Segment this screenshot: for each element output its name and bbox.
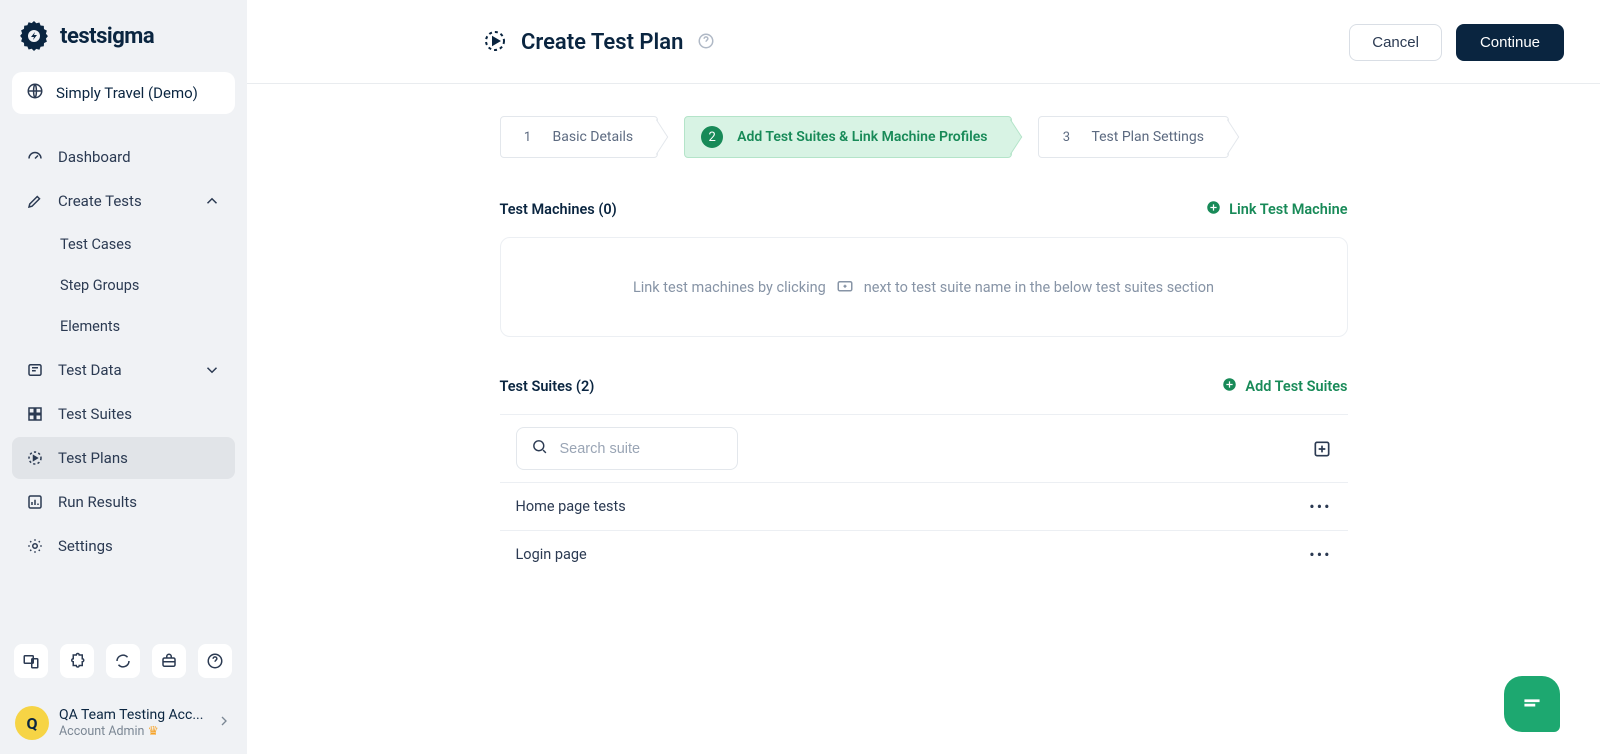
sidebar-item-dashboard[interactable]: Dashboard bbox=[12, 136, 235, 178]
test-machines-empty: Link test machines by clicking next to t… bbox=[500, 237, 1348, 337]
sidebar-item-test-suites[interactable]: Test Suites bbox=[12, 393, 235, 435]
sidebar-item-create-tests[interactable]: Create Tests bbox=[12, 180, 235, 222]
gauge-icon bbox=[26, 148, 44, 166]
suite-name: Home page tests bbox=[516, 498, 626, 515]
project-selector[interactable]: Simply Travel (Demo) bbox=[12, 72, 235, 114]
more-icon[interactable]: ••• bbox=[1309, 545, 1331, 564]
create-tests-submenu: Test Cases Step Groups Elements bbox=[12, 224, 235, 347]
add-square-icon[interactable] bbox=[1312, 439, 1332, 459]
devices-icon[interactable] bbox=[14, 644, 48, 678]
nav-label: Test Plans bbox=[58, 449, 128, 467]
suite-name: Login page bbox=[516, 546, 587, 563]
wizard-steps: 1 Basic Details 2 Add Test Suites & Link… bbox=[500, 116, 1348, 158]
nav-label: Create Tests bbox=[58, 192, 142, 210]
sidebar: testsigma Simply Travel (Demo) Dashboard… bbox=[0, 0, 247, 754]
sidebar-item-settings[interactable]: Settings bbox=[12, 525, 235, 567]
project-name: Simply Travel (Demo) bbox=[56, 84, 198, 102]
section-title: Test Suites (2) bbox=[500, 378, 595, 395]
target-icon bbox=[483, 29, 507, 57]
page-header: Create Test Plan Cancel Continue bbox=[247, 0, 1600, 84]
nav-label: Test Data bbox=[58, 361, 122, 379]
logo[interactable]: testsigma bbox=[12, 18, 235, 72]
account-role: Account Admin ♛ bbox=[59, 723, 206, 739]
more-icon[interactable]: ••• bbox=[1309, 497, 1331, 516]
target-icon bbox=[26, 449, 44, 467]
search-input[interactable] bbox=[560, 441, 723, 457]
help-icon[interactable] bbox=[697, 32, 715, 54]
cancel-button[interactable]: Cancel bbox=[1349, 24, 1442, 61]
sidebar-item-run-results[interactable]: Run Results bbox=[12, 481, 235, 523]
add-test-suites-button[interactable]: Add Test Suites bbox=[1222, 377, 1347, 396]
grid-icon bbox=[26, 405, 44, 423]
nav-label: Dashboard bbox=[58, 148, 131, 166]
suites-toolbar bbox=[500, 414, 1348, 482]
nav-label: Test Suites bbox=[58, 405, 132, 423]
crown-icon: ♛ bbox=[148, 724, 159, 739]
link-test-machine-button[interactable]: Link Test Machine bbox=[1206, 200, 1347, 219]
chevron-right-icon bbox=[216, 713, 232, 733]
search-icon bbox=[531, 438, 548, 459]
page-title: Create Test Plan bbox=[521, 30, 683, 55]
pencil-icon bbox=[26, 192, 44, 210]
continue-button[interactable]: Continue bbox=[1456, 24, 1564, 61]
logo-gear-icon bbox=[16, 18, 52, 54]
globe-icon bbox=[26, 82, 44, 104]
gear-icon bbox=[26, 537, 44, 555]
chevron-down-icon bbox=[203, 361, 221, 379]
logo-text: testsigma bbox=[60, 24, 154, 49]
nav: Dashboard Create Tests Test Cases Step G… bbox=[12, 136, 235, 567]
test-machines-header: Test Machines (0) Link Test Machine bbox=[500, 200, 1348, 219]
plus-circle-icon bbox=[1222, 377, 1237, 396]
search-suite-box[interactable] bbox=[516, 427, 738, 470]
toolbox-icon[interactable] bbox=[152, 644, 186, 678]
monitor-link-icon bbox=[836, 278, 854, 296]
help-icon[interactable] bbox=[198, 644, 232, 678]
step-add-test-suites[interactable]: 2 Add Test Suites & Link Machine Profile… bbox=[684, 116, 1012, 158]
suite-row[interactable]: Home page tests ••• bbox=[500, 482, 1348, 530]
refresh-icon[interactable] bbox=[106, 644, 140, 678]
content: 1 Basic Details 2 Add Test Suites & Link… bbox=[247, 84, 1600, 754]
sidebar-item-elements[interactable]: Elements bbox=[12, 306, 235, 347]
data-icon bbox=[26, 361, 44, 379]
suite-row[interactable]: Login page ••• bbox=[500, 530, 1348, 578]
chat-widget[interactable] bbox=[1504, 676, 1560, 732]
puzzle-icon[interactable] bbox=[60, 644, 94, 678]
nav-label: Elements bbox=[60, 318, 120, 335]
account-name: QA Team Testing Acc... bbox=[59, 707, 206, 723]
main: Create Test Plan Cancel Continue 1 Basic… bbox=[247, 0, 1600, 754]
section-title: Test Machines (0) bbox=[500, 201, 617, 218]
nav-label: Test Cases bbox=[60, 236, 131, 253]
sidebar-item-test-data[interactable]: Test Data bbox=[12, 349, 235, 391]
sidebar-item-test-cases[interactable]: Test Cases bbox=[12, 224, 235, 265]
plus-circle-icon bbox=[1206, 200, 1221, 219]
account-menu[interactable]: Q QA Team Testing Acc... Account Admin ♛ bbox=[12, 706, 235, 740]
step-basic-details[interactable]: 1 Basic Details bbox=[500, 116, 659, 158]
nav-label: Step Groups bbox=[60, 277, 139, 294]
chevron-up-icon bbox=[203, 192, 221, 210]
avatar: Q bbox=[15, 706, 49, 740]
bar-chart-icon bbox=[26, 493, 44, 511]
nav-label: Settings bbox=[58, 537, 113, 555]
test-suites-header: Test Suites (2) Add Test Suites bbox=[500, 377, 1348, 396]
step-test-plan-settings[interactable]: 3 Test Plan Settings bbox=[1038, 116, 1229, 158]
bottom-icon-bar bbox=[12, 644, 235, 678]
sidebar-item-test-plans[interactable]: Test Plans bbox=[12, 437, 235, 479]
sidebar-item-step-groups[interactable]: Step Groups bbox=[12, 265, 235, 306]
nav-label: Run Results bbox=[58, 493, 137, 511]
